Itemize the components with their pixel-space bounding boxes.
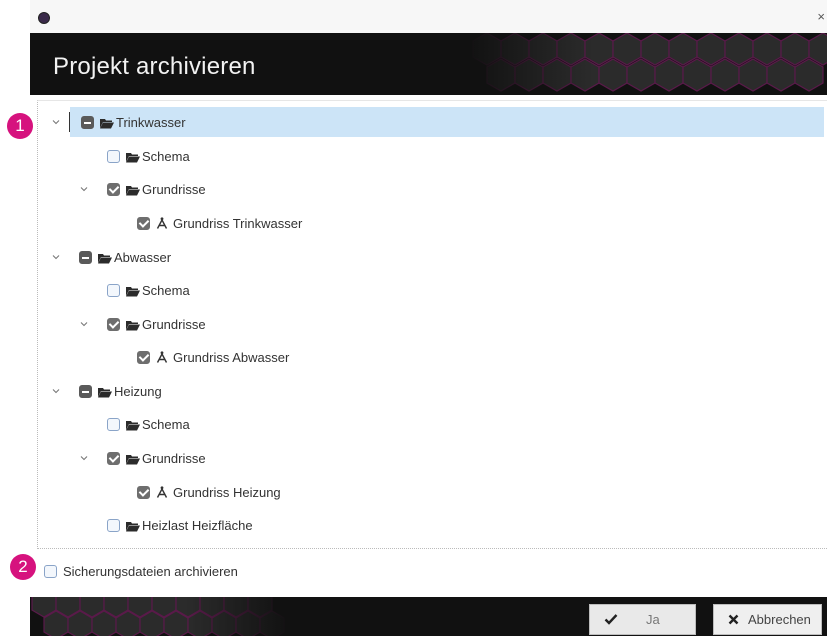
hexagon-pattern-decoration	[30, 597, 290, 636]
tree-item-grundrisse[interactable]: Grundrisse	[107, 309, 206, 339]
confirm-button[interactable]: Ja	[589, 604, 696, 635]
tree-checkbox[interactable]	[107, 149, 120, 163]
tree-checkbox[interactable]	[137, 350, 150, 364]
chevron-down-icon[interactable]	[79, 184, 89, 194]
tree-item-label: Schema	[142, 416, 190, 432]
tree-checkbox[interactable]	[79, 384, 92, 398]
folder-open-icon	[126, 151, 140, 162]
tree-checkbox[interactable]	[107, 317, 120, 331]
drafting-compass-icon	[156, 351, 168, 363]
tree-item-label: Heizung	[114, 383, 162, 399]
chevron-down-icon[interactable]	[79, 319, 89, 329]
tree-item-label: Grundriss Abwasser	[173, 349, 290, 365]
folder-open-icon	[126, 520, 140, 531]
tree-item-label: Grundriss Trinkwasser	[173, 215, 303, 231]
tree-item-grundriss-abwasser[interactable]: Grundriss Abwasser	[137, 342, 289, 372]
folder-open-icon	[126, 453, 140, 464]
tree-checkbox[interactable]	[107, 451, 120, 465]
backup-files-checkbox[interactable]	[44, 564, 57, 578]
cancel-button[interactable]: Abbrechen	[713, 604, 822, 635]
tree-checkbox[interactable]	[107, 417, 120, 431]
tree-item-label: Grundrisse	[142, 316, 206, 332]
tree-item-grundrisse[interactable]: Grundrisse	[107, 443, 206, 473]
confirm-button-label: Ja	[646, 612, 660, 627]
tree-item-schema[interactable]: Schema	[107, 275, 190, 305]
drafting-compass-icon	[156, 217, 168, 229]
tree-item-label: Grundriss Heizung	[173, 484, 281, 500]
chevron-down-icon[interactable]	[79, 453, 89, 463]
folder-open-icon	[126, 184, 140, 195]
tree-item-grundriss-heizung[interactable]: Grundriss Heizung	[137, 477, 281, 507]
tree-item-heizung[interactable]: Heizung	[79, 376, 162, 406]
tree-item-schema[interactable]: Schema	[107, 141, 190, 171]
callout-badge-2: 2	[10, 554, 36, 580]
cancel-button-label: Abbrechen	[748, 612, 811, 627]
dialog-footer	[30, 597, 827, 636]
drafting-compass-icon	[156, 486, 168, 498]
tree-item-label: Schema	[142, 282, 190, 298]
backup-files-label: Sicherungsdateien archivieren	[63, 563, 238, 579]
check-icon	[604, 612, 622, 628]
folder-open-icon	[98, 386, 112, 397]
folder-open-icon	[98, 252, 112, 263]
tree-item-abwasser[interactable]: Abwasser	[79, 242, 171, 272]
tree-item-trinkwasser[interactable]: Trinkwasser	[70, 107, 824, 137]
tree-item-schema[interactable]: Schema	[107, 409, 190, 439]
chevron-down-icon[interactable]	[51, 386, 61, 396]
tree-item-grundrisse[interactable]: Grundrisse	[107, 174, 206, 204]
hexagon-pattern-decoration	[467, 33, 827, 95]
tree-checkbox[interactable]	[137, 216, 150, 230]
tree-checkbox[interactable]	[107, 518, 120, 532]
chevron-down-icon[interactable]	[51, 252, 61, 262]
tree-checkbox[interactable]	[81, 115, 94, 129]
close-icon[interactable]: ×	[817, 10, 825, 23]
tree-item-label: Grundrisse	[142, 181, 206, 197]
tree-checkbox[interactable]	[137, 485, 150, 499]
dialog-header: Projekt archivieren	[30, 33, 827, 95]
tree-checkbox[interactable]	[107, 283, 120, 297]
tree-item-label: Heizlast Heizfläche	[142, 517, 253, 533]
tree-item-label: Abwasser	[114, 249, 172, 265]
folder-open-icon	[126, 419, 140, 430]
tree-item-label: Schema	[142, 148, 190, 164]
tree-checkbox[interactable]	[79, 250, 92, 264]
title-bar: ×	[30, 0, 827, 33]
app-logo-icon	[38, 12, 50, 24]
tree-checkbox[interactable]	[107, 182, 120, 196]
folder-open-icon	[126, 319, 140, 330]
tree-item-heizlast-heizflaeche[interactable]: Heizlast Heizfläche	[107, 510, 253, 540]
dialog-title: Projekt archivieren	[53, 53, 256, 80]
tree-item-label: Trinkwasser	[116, 114, 186, 130]
chevron-down-icon[interactable]	[51, 117, 61, 127]
callout-badge-1: 1	[7, 113, 33, 139]
folder-open-icon	[126, 285, 140, 296]
tree-item-label: Grundrisse	[142, 450, 206, 466]
folder-open-icon	[100, 117, 114, 128]
backup-files-option[interactable]: Sicherungsdateien archivieren	[44, 562, 238, 580]
tree-item-grundriss-trinkwasser[interactable]: Grundriss Trinkwasser	[137, 208, 302, 238]
x-icon	[728, 612, 746, 628]
